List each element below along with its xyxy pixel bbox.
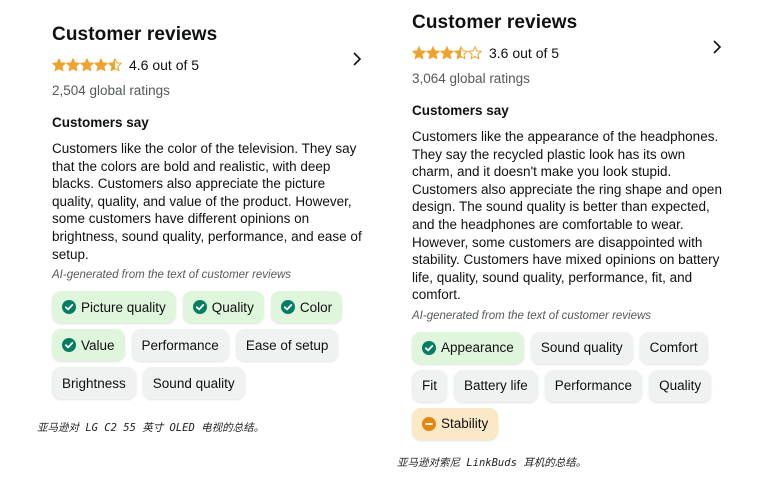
review-summary: Customers like the appearance of the hea… bbox=[412, 129, 722, 303]
check-circle-icon bbox=[62, 300, 76, 315]
aspect-chip-brightness[interactable]: Brightness bbox=[52, 367, 136, 400]
check-circle-icon bbox=[62, 338, 76, 353]
aspect-chips: Picture quality Quality Color Value Performa… bbox=[52, 291, 370, 400]
aspect-chip-performance[interactable]: Performance bbox=[131, 329, 229, 362]
left-review-panel: Customer reviews 4.6 out of 5 2,504 glob… bbox=[52, 24, 370, 400]
star-half-icon bbox=[108, 58, 122, 72]
aspect-chip-value[interactable]: Value bbox=[52, 329, 125, 362]
aspect-chip-label: Picture quality bbox=[81, 299, 166, 315]
star-full-icon bbox=[66, 58, 80, 72]
star-full-icon bbox=[412, 46, 426, 60]
chevron-right-icon[interactable] bbox=[709, 39, 725, 55]
star-rating bbox=[52, 58, 122, 72]
aspect-chip-performance[interactable]: Performance bbox=[544, 369, 643, 402]
aspect-chip-comfort[interactable]: Comfort bbox=[639, 331, 708, 364]
ai-generated-note: AI-generated from the text of customer r… bbox=[412, 309, 652, 322]
aspect-chip-label: Stability bbox=[441, 416, 489, 432]
right-review-panel: Customer reviews 3.6 out of 5 3,064 glob… bbox=[412, 12, 730, 440]
review-summary: Customers like the color of the televisi… bbox=[52, 141, 362, 262]
aspect-chip-sound-quality[interactable]: Sound quality bbox=[530, 331, 633, 364]
aspect-chip-color[interactable]: Color bbox=[270, 291, 343, 324]
star-full-icon bbox=[52, 58, 66, 72]
rating-row: 4.6 out of 5 bbox=[52, 56, 370, 74]
global-ratings-count: 3,064 global ratings bbox=[412, 71, 530, 86]
aspect-chip-stability[interactable]: Stability bbox=[412, 407, 499, 440]
check-circle-icon bbox=[192, 300, 207, 315]
aspect-chip-label: Ease of setup bbox=[245, 337, 329, 353]
aspect-chip-label: Appearance bbox=[441, 340, 514, 356]
ai-generated-note: AI-generated from the text of customer r… bbox=[52, 269, 292, 282]
star-full-icon bbox=[94, 58, 108, 72]
caption-sony-linkbuds: 亚马逊对索尼 LinkBuds 耳机的总结。 bbox=[397, 457, 587, 469]
aspect-chip-label: Performance bbox=[141, 337, 219, 353]
rating-text: 4.6 out of 5 bbox=[129, 57, 200, 73]
check-circle-icon bbox=[280, 300, 295, 315]
aspect-chips: Appearance Sound quality Comfort Fit Battery… bbox=[412, 331, 730, 440]
caption-lg-tv: 亚马逊对 LG C2 55 英寸 OLED 电视的总结。 bbox=[37, 422, 265, 434]
aspect-chip-label: Brightness bbox=[62, 375, 126, 391]
reviews-title: Customer reviews bbox=[412, 12, 578, 33]
rating-row: 3.6 out of 5 bbox=[412, 44, 730, 62]
rating-text: 3.6 out of 5 bbox=[489, 45, 560, 61]
aspect-chip-ease-of-setup[interactable]: Ease of setup bbox=[235, 329, 339, 362]
aspect-chip-picture-quality[interactable]: Picture quality bbox=[52, 291, 176, 324]
aspect-chip-appearance[interactable]: Appearance bbox=[412, 331, 524, 364]
aspect-chip-label: Value bbox=[81, 337, 115, 353]
aspect-chip-label: Sound quality bbox=[540, 340, 623, 356]
star-full-icon bbox=[440, 46, 454, 60]
star-half-icon bbox=[454, 46, 468, 60]
aspect-chip-battery-life[interactable]: Battery life bbox=[454, 369, 538, 402]
aspect-chip-sound-quality[interactable]: Sound quality bbox=[142, 367, 245, 400]
aspect-chip-label: Performance bbox=[554, 378, 633, 394]
aspect-chip-label: Quality bbox=[659, 378, 702, 394]
aspect-chip-label: Battery life bbox=[464, 378, 528, 394]
global-ratings-count: 2,504 global ratings bbox=[52, 83, 170, 98]
aspect-chip-fit[interactable]: Fit bbox=[412, 369, 447, 402]
aspect-chip-label: Color bbox=[299, 299, 333, 315]
customers-say-heading: Customers say bbox=[412, 103, 509, 118]
star-full-icon bbox=[426, 46, 440, 60]
aspect-chip-quality[interactable]: Quality bbox=[649, 369, 712, 402]
minus-circle-icon bbox=[422, 416, 436, 431]
aspect-chip-label: Comfort bbox=[649, 340, 698, 356]
customers-say-heading: Customers say bbox=[52, 115, 149, 130]
reviews-title: Customer reviews bbox=[52, 24, 218, 45]
check-circle-icon bbox=[422, 340, 436, 355]
aspect-chip-label: Quality bbox=[211, 299, 254, 315]
star-empty-icon bbox=[468, 46, 482, 60]
chevron-right-icon[interactable] bbox=[349, 51, 365, 67]
aspect-chip-label: Sound quality bbox=[152, 375, 235, 391]
aspect-chip-quality[interactable]: Quality bbox=[182, 291, 264, 324]
aspect-chip-label: Fit bbox=[422, 378, 437, 394]
star-rating bbox=[412, 46, 482, 60]
star-full-icon bbox=[80, 58, 94, 72]
